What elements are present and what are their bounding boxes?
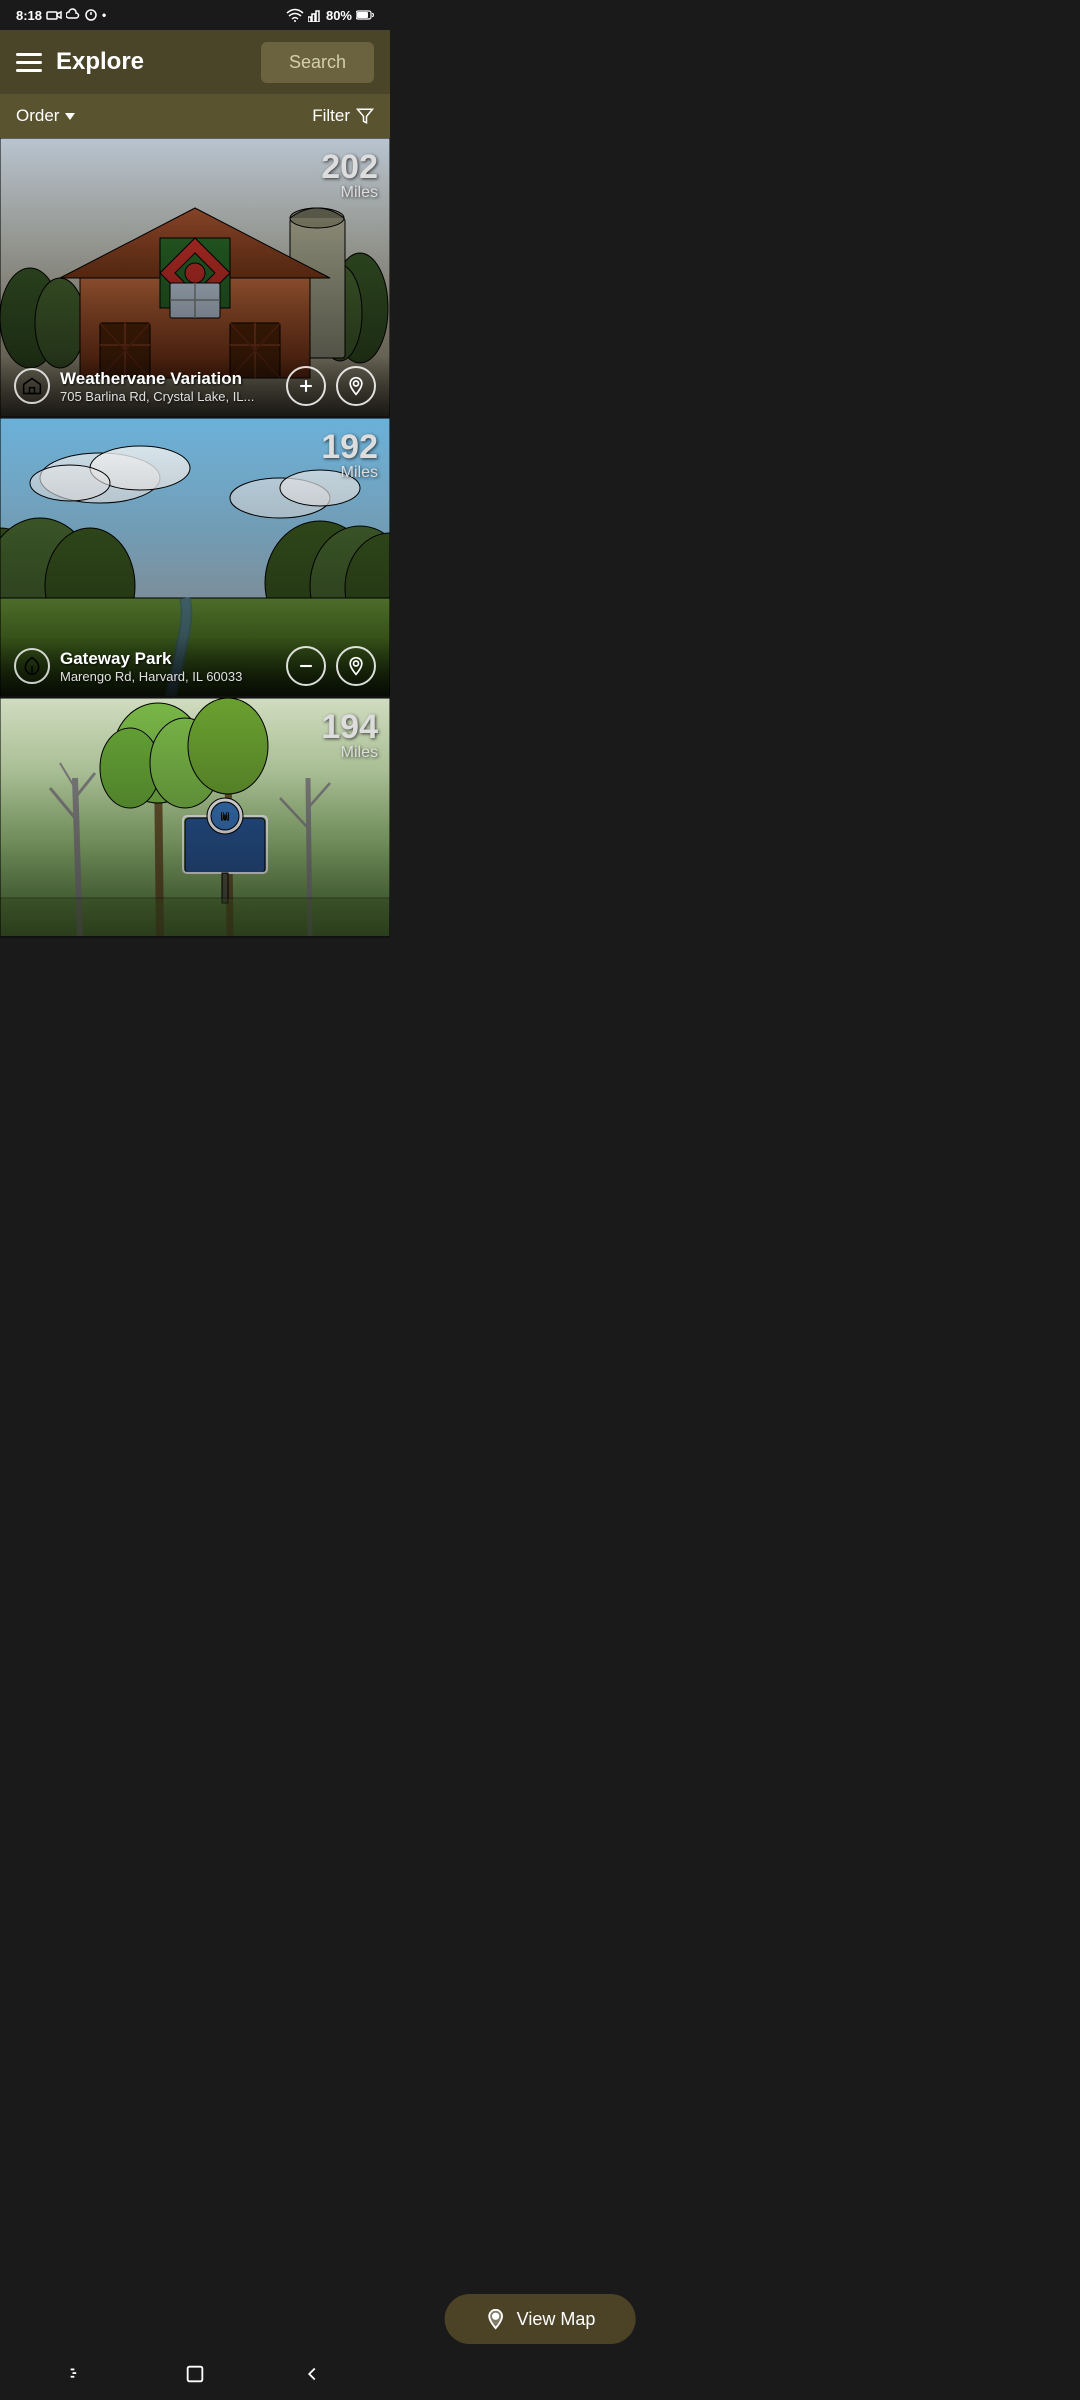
notification-icon (46, 9, 62, 21)
card-info-2: Gateway Park Marengo Rd, Harvard, IL 600… (14, 648, 286, 684)
plus-icon (296, 376, 316, 396)
card-type-icon-1 (14, 368, 50, 404)
circle-icon (84, 8, 98, 22)
order-label: Order (16, 106, 59, 126)
status-indicators: 80% (286, 8, 374, 23)
time-display: 8:18 (16, 8, 42, 23)
wifi-icon (286, 8, 304, 22)
order-button[interactable]: Order (16, 106, 75, 126)
card-actions-1 (286, 366, 376, 406)
map-pin-button-2[interactable] (336, 646, 376, 686)
map-pin-button-1[interactable] (336, 366, 376, 406)
add-button-1[interactable] (286, 366, 326, 406)
toolbar: Order Filter (0, 94, 390, 138)
distance-number-1: 202 (321, 150, 378, 184)
card-address-2: Marengo Rd, Harvard, IL 60033 (60, 669, 286, 684)
search-button[interactable]: Search (261, 42, 374, 83)
nav-home-button[interactable] (184, 2363, 206, 2385)
signal-icon (308, 8, 322, 22)
card-weathervane[interactable]: 202 Miles Weathervane Variation 705 Barl… (0, 138, 390, 418)
distance-number-3: 194 (321, 710, 378, 744)
minus-icon (296, 656, 316, 676)
bottom-navigation (0, 2348, 390, 2400)
menu-button[interactable] (16, 53, 42, 72)
distance-number-2: 192 (321, 430, 378, 464)
nav-menu-button[interactable] (67, 2363, 89, 2385)
map-pin-icon (485, 2308, 507, 2330)
card-text-1: Weathervane Variation 705 Barlina Rd, Cr… (60, 369, 286, 404)
status-bar: 8:18 • 80% (0, 0, 390, 30)
app-header: Explore Search (0, 30, 390, 94)
card-type-icon-2 (14, 648, 50, 684)
view-map-container: View Map (445, 2294, 636, 2344)
card-title-1: Weathervane Variation (60, 369, 286, 389)
card-info-1: Weathervane Variation 705 Barlina Rd, Cr… (14, 368, 286, 404)
cloud-icon (66, 8, 80, 22)
battery-display: 80% (326, 8, 352, 23)
card-address-1: 705 Barlina Rd, Crystal Lake, IL... (60, 389, 286, 404)
status-time: 8:18 • (16, 8, 106, 23)
distance-badge-1: 202 Miles (321, 150, 378, 202)
card-third[interactable]: M 194 Miles (0, 698, 390, 938)
distance-badge-3: 194 Miles (321, 710, 378, 762)
app-title: Explore (56, 48, 144, 76)
card-gateway-park[interactable]: 192 Miles Gateway Park Marengo Rd, Harva… (0, 418, 390, 698)
barn-icon (22, 376, 42, 396)
filter-icon (356, 107, 374, 125)
card-footer-1: Weathervane Variation 705 Barlina Rd, Cr… (0, 356, 390, 416)
card-actions-2 (286, 646, 376, 686)
view-map-label: View Map (517, 2309, 596, 2330)
view-map-button[interactable]: View Map (445, 2294, 636, 2344)
leaf-icon (22, 656, 42, 676)
filter-label: Filter (312, 106, 350, 126)
location-icon-2 (346, 656, 366, 676)
battery-icon (356, 9, 374, 21)
cards-list: 202 Miles Weathervane Variation 705 Barl… (0, 138, 390, 938)
distance-badge-2: 192 Miles (321, 430, 378, 482)
distance-unit-2: Miles (341, 464, 378, 481)
dropdown-arrow-icon (65, 113, 75, 120)
nav-back-button[interactable] (301, 2363, 323, 2385)
nav-home-icon (184, 2363, 206, 2385)
location-icon-1 (346, 376, 366, 396)
filter-button[interactable]: Filter (312, 106, 374, 126)
card-footer-2: Gateway Park Marengo Rd, Harvard, IL 600… (0, 636, 390, 696)
nav-lines-icon (67, 2363, 89, 2385)
distance-unit-3: Miles (341, 744, 378, 761)
remove-button-2[interactable] (286, 646, 326, 686)
distance-unit-1: Miles (341, 184, 378, 201)
dot-indicator: • (102, 8, 106, 22)
card-text-2: Gateway Park Marengo Rd, Harvard, IL 600… (60, 649, 286, 684)
nav-back-icon (301, 2363, 323, 2385)
card-title-2: Gateway Park (60, 649, 286, 669)
